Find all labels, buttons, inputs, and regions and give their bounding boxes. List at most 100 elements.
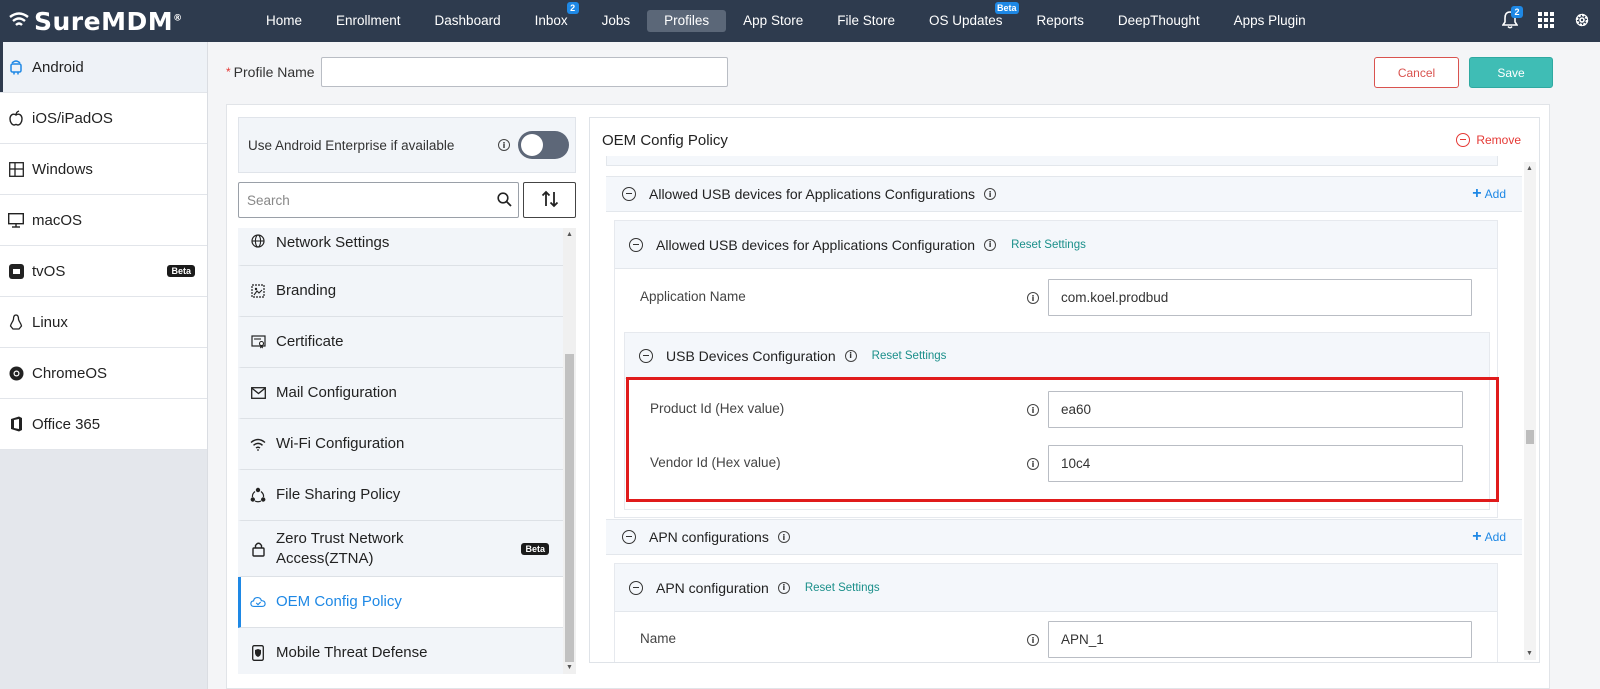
section-title: APN configurations (649, 529, 769, 545)
info-icon[interactable]: i (984, 188, 997, 200)
branding-icon (250, 283, 266, 299)
apn-config-header: APN configuration i Reset Settings (615, 564, 1497, 612)
policy-ztna[interactable]: Zero Trust Network Access(ZTNA) Beta (238, 521, 563, 577)
nav-jobs[interactable]: Jobs (585, 10, 648, 32)
info-icon[interactable]: i (777, 531, 790, 543)
policy-mobile-threat-defense[interactable]: Mobile Threat Defense (238, 628, 563, 674)
cancel-button[interactable]: Cancel (1374, 57, 1459, 88)
nav-reports[interactable]: Reports (1020, 10, 1101, 32)
scrollbar-thumb[interactable] (565, 354, 574, 662)
search-icon[interactable] (497, 192, 512, 210)
wifi-icon (250, 436, 266, 452)
collapse-icon[interactable] (639, 348, 653, 363)
profile-name-input[interactable] (320, 57, 728, 87)
policy-label: File Sharing Policy (276, 486, 401, 503)
remove-policy-button[interactable]: Remove (1456, 133, 1521, 147)
platform-sidebar: Android iOS/iPadOS Windows macOS tvOS Be… (0, 42, 208, 689)
profile-name-row: * Profile Name (226, 57, 728, 87)
nav-right-tools: 2 (1492, 0, 1600, 42)
ztna-beta-badge: Beta (521, 542, 549, 555)
info-icon[interactable]: i (1027, 292, 1039, 304)
platform-office365[interactable]: Office 365 (0, 399, 207, 450)
reset-settings-link[interactable]: Reset Settings (805, 582, 880, 594)
scroll-up-arrow-icon[interactable]: ▲ (566, 231, 573, 238)
policy-file-sharing[interactable]: File Sharing Policy (238, 470, 563, 521)
platform-chromeos[interactable]: ChromeOS (0, 348, 207, 399)
notifications-button[interactable]: 2 (1492, 0, 1528, 42)
highlight-annotation (626, 377, 1499, 502)
platform-tvos[interactable]: tvOS Beta (0, 246, 207, 297)
info-icon[interactable]: i (498, 139, 510, 151)
os-updates-beta-badge: Beta (995, 2, 1019, 14)
reset-settings-link[interactable]: Reset Settings (1011, 239, 1086, 251)
brand-logo[interactable]: SureMDM® (0, 7, 240, 36)
nav-apps-plugin[interactable]: Apps Plugin (1217, 10, 1323, 32)
platform-android[interactable]: Android (0, 42, 207, 93)
apn-name-input[interactable] (1048, 621, 1472, 658)
add-usb-app-config-button[interactable]: + Add (1472, 186, 1506, 202)
platform-ios[interactable]: iOS/iPadOS (0, 93, 207, 144)
nav-file-store[interactable]: File Store (820, 10, 912, 32)
nav-os-updates[interactable]: OS Updates Beta (912, 2, 1020, 32)
policy-network-settings[interactable]: Network Settings (238, 228, 563, 266)
info-icon[interactable]: i (984, 238, 997, 251)
scroll-down-arrow-icon[interactable]: ▼ (566, 664, 573, 671)
remove-label: Remove (1476, 133, 1521, 147)
brand-name: SureMDM® (34, 6, 183, 36)
detail-scrollbar[interactable]: ▲ ▼ (1524, 162, 1536, 660)
policy-oem-config[interactable]: OEM Config Policy (238, 577, 563, 628)
platform-windows[interactable]: Windows (0, 144, 207, 195)
nav-home[interactable]: Home (249, 10, 319, 32)
platform-label: Office 365 (32, 415, 101, 433)
reset-settings-link[interactable]: Reset Settings (872, 350, 947, 362)
main-nav: Home Enrollment Dashboard Inbox 2 Jobs Pr… (249, 0, 1323, 42)
share-icon (250, 487, 266, 503)
nav-deepthought[interactable]: DeepThought (1101, 10, 1217, 32)
settings-button[interactable] (1564, 0, 1600, 42)
required-mark: * (226, 65, 231, 79)
linux-icon (8, 314, 24, 330)
info-icon[interactable]: i (844, 349, 857, 362)
usb-apps-section-header: Allowed USB devices for Applications Con… (606, 176, 1522, 212)
nav-profiles[interactable]: Profiles (647, 10, 727, 32)
policy-label: Mail Configuration (276, 384, 397, 401)
application-name-input[interactable] (1048, 279, 1472, 316)
nav-enrollment[interactable]: Enrollment (319, 10, 418, 32)
policy-search-input[interactable] (239, 185, 484, 215)
apps-grid-button[interactable] (1528, 0, 1564, 42)
nav-app-store[interactable]: App Store (726, 10, 820, 32)
plus-icon: + (1472, 528, 1482, 545)
item-title: USB Devices Configuration (666, 347, 836, 364)
sort-button[interactable] (523, 182, 576, 218)
office-icon (8, 416, 24, 432)
nav-dashboard[interactable]: Dashboard (418, 10, 518, 32)
add-apn-config-button[interactable]: + Add (1472, 528, 1506, 545)
policy-label: Zero Trust Network Access(ZTNA) (276, 529, 404, 567)
cloud-icon (250, 594, 266, 610)
certificate-icon (250, 334, 266, 350)
nav-inbox[interactable]: Inbox 2 (518, 2, 585, 32)
policy-wifi-configuration[interactable]: Wi-Fi Configuration (238, 419, 563, 470)
scrollbar-thumb[interactable] (1526, 430, 1534, 444)
apn-section-header: APN configurations i + Add (606, 519, 1522, 555)
platform-linux[interactable]: Linux (0, 297, 207, 348)
collapse-icon[interactable] (622, 187, 636, 201)
info-icon[interactable]: i (777, 581, 790, 594)
policy-certificate[interactable]: Certificate (238, 317, 563, 368)
collapse-icon[interactable] (629, 237, 643, 252)
policy-label: Mobile Threat Defense (276, 644, 428, 661)
profile-name-label: Profile Name (233, 64, 315, 80)
android-enterprise-toggle[interactable] (518, 131, 569, 159)
policy-label: Wi-Fi Configuration (276, 435, 405, 452)
policy-mail-configuration[interactable]: Mail Configuration (238, 368, 563, 419)
info-icon[interactable]: i (1027, 634, 1039, 646)
policy-list-scrollbar[interactable]: ▲ ▼ (563, 228, 576, 674)
policy-branding[interactable]: Branding (238, 266, 563, 317)
save-button[interactable]: Save (1469, 57, 1553, 88)
add-label: Add (1484, 530, 1506, 544)
scroll-down-arrow-icon[interactable]: ▼ (1526, 650, 1533, 657)
collapse-icon[interactable] (622, 530, 636, 544)
collapse-icon[interactable] (629, 580, 643, 595)
scroll-up-arrow-icon[interactable]: ▲ (1526, 165, 1533, 172)
platform-macos[interactable]: macOS (0, 195, 207, 246)
